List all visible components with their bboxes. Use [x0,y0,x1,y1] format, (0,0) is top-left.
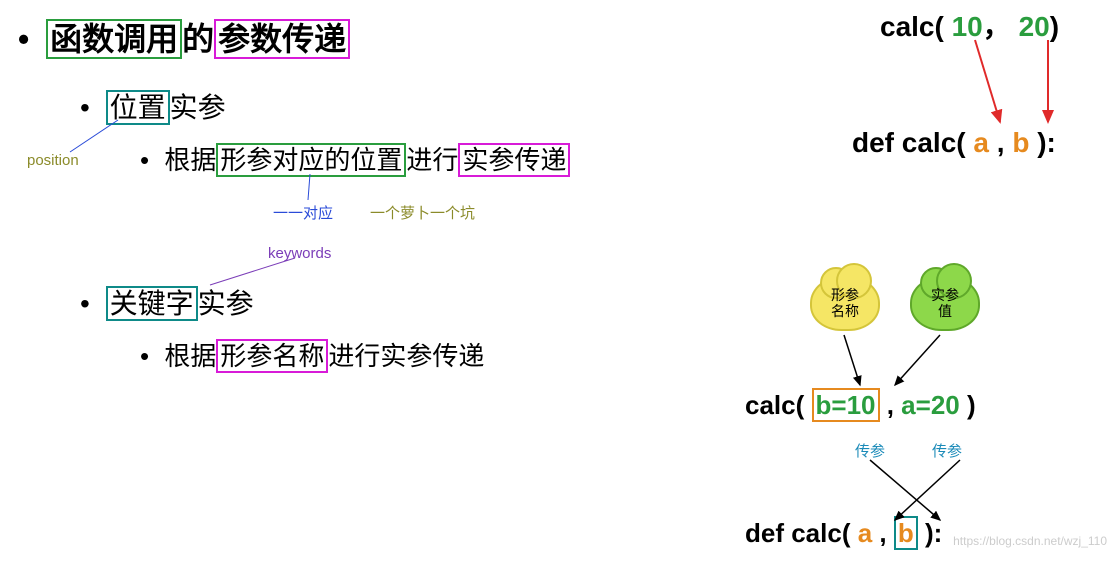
s2-desc-pre: 根据 [164,341,216,371]
s2-desc-rest: 进行实参传递 [328,341,484,371]
section1-keyword: 位置 [106,90,170,125]
watermark: https://blog.csdn.net/wzj_110 [953,534,1107,548]
cloud2-text: 实参 值 [931,287,959,319]
d1-arg1: 10 [952,11,983,42]
section1-heading: • 位置实参 [80,86,226,126]
title-part1: 函数调用 [46,19,182,59]
section2-rest: 实参 [198,288,254,319]
d2-close: ) [960,390,976,420]
d1-psep: , [989,127,1012,158]
annotation-position: position [27,152,79,169]
bullet-icon: • [80,92,90,123]
section1-desc: • 根据形参对应的位置进行实参传递 [140,140,570,177]
d1-param2: b [1012,127,1029,158]
d2-kw1: b=10 [812,388,880,422]
bullet-icon: • [80,288,90,319]
section2-keyword: 关键字 [106,286,198,321]
s1-desc-pre: 根据 [164,145,216,175]
d1-arg2: 20 [1019,11,1050,42]
bullet-icon: • [140,145,149,175]
d2-param1: a [858,518,872,548]
d1-sep: ， [983,11,1011,42]
title-part2: 参数传递 [214,19,350,59]
d2-kw2: a=20 [901,390,960,420]
d2-def-pre: def calc( [745,518,851,548]
annotation-radish: 一个萝卜一个坑 [370,202,475,223]
cloud-param-name: 形参 名称 [810,275,880,331]
diagram1-def: def calc( a , b ): [852,127,1056,159]
d1-fn: calc( [880,11,944,42]
bullet-icon: • [18,21,29,57]
annotation-map: 一一对应 [273,202,333,223]
section2-heading: • 关键字实参 [80,282,254,322]
d1-def-pre: def calc( [852,127,966,158]
bullet-icon: • [140,341,149,371]
d2-sep: , [880,390,902,420]
cloud-arg-value: 实参 值 [910,275,980,331]
d1-param1: a [973,127,989,158]
d1-close: ) [1050,11,1059,42]
main-title: • 函数调用的参数传递 [18,14,350,60]
cloud1-text: 形参 名称 [831,287,859,319]
diagram2-call: calc( b=10 , a=20 ) [745,390,976,421]
d2-def-close: ): [918,518,943,548]
s1-desc-box1: 形参对应的位置 [216,143,406,177]
d1-def-close: ): [1029,127,1055,158]
section2-desc: • 根据形参名称进行实参传递 [140,336,484,373]
diagram2-def: def calc( a , b ): [745,518,942,549]
s2-desc-box1: 形参名称 [216,339,328,373]
s1-desc-box2: 实参传递 [458,143,570,177]
d2-psep: , [872,518,894,548]
pass-label-2: 传参 [932,440,962,461]
annotation-keywords: keywords [268,245,331,262]
diagram1-call: calc( 10， 20) [880,5,1059,45]
d2-fn: calc( [745,390,804,420]
section1-rest: 实参 [170,92,226,123]
s1-desc-mid: 进行 [406,145,458,175]
pass-label-1: 传参 [855,440,885,461]
d2-param2: b [894,516,918,550]
title-mid: 的 [182,21,214,57]
